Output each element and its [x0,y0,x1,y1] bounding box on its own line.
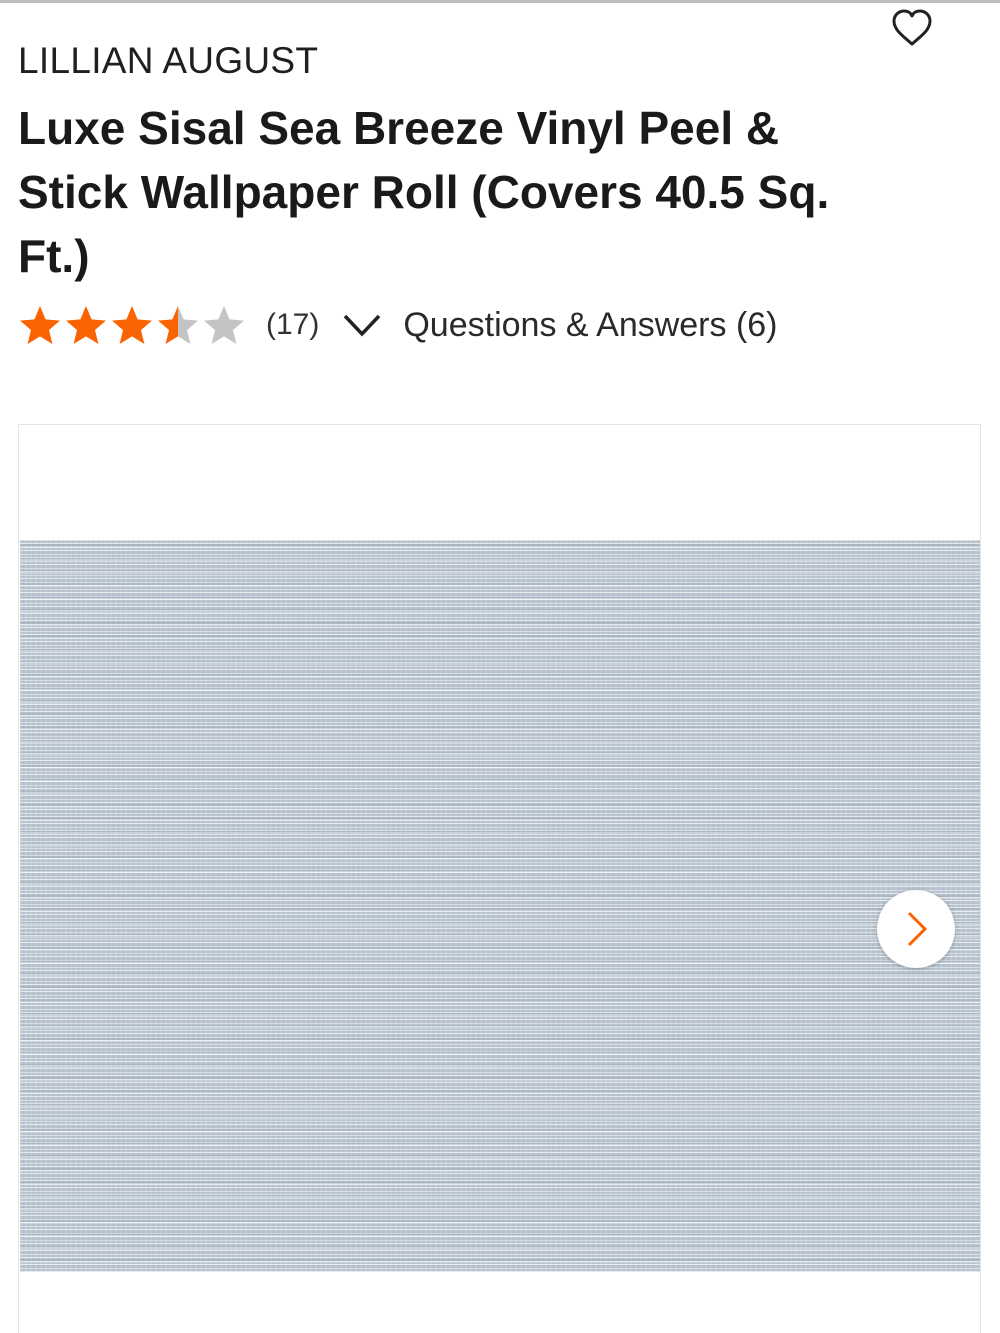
heart-outline-icon [892,9,932,46]
product-page: LILLIAN AUGUST Luxe Sisal Sea Breeze Vin… [0,0,1000,1333]
favorite-button[interactable] [884,2,940,54]
star-icon [158,306,198,344]
product-title: Luxe Sisal Sea Breeze Vinyl Peel & Stick… [18,102,830,282]
star-rating[interactable] [18,304,246,346]
brand-name[interactable]: LILLIAN AUGUST [18,40,318,82]
chevron-down-icon[interactable] [341,310,383,340]
next-image-button[interactable] [877,890,955,968]
star-icon [20,306,60,344]
star-icon [204,306,244,344]
questions-answers-link[interactable]: Questions & Answers (6) [403,306,777,345]
wallpaper-product-image[interactable] [20,540,980,1272]
header-divider [0,0,1000,3]
chevron-right-icon [907,911,928,947]
rating-row: (17) Questions & Answers (6) [18,302,778,348]
star-icon [112,306,152,344]
star-icon [66,306,106,344]
review-count[interactable]: (17) [266,308,319,342]
